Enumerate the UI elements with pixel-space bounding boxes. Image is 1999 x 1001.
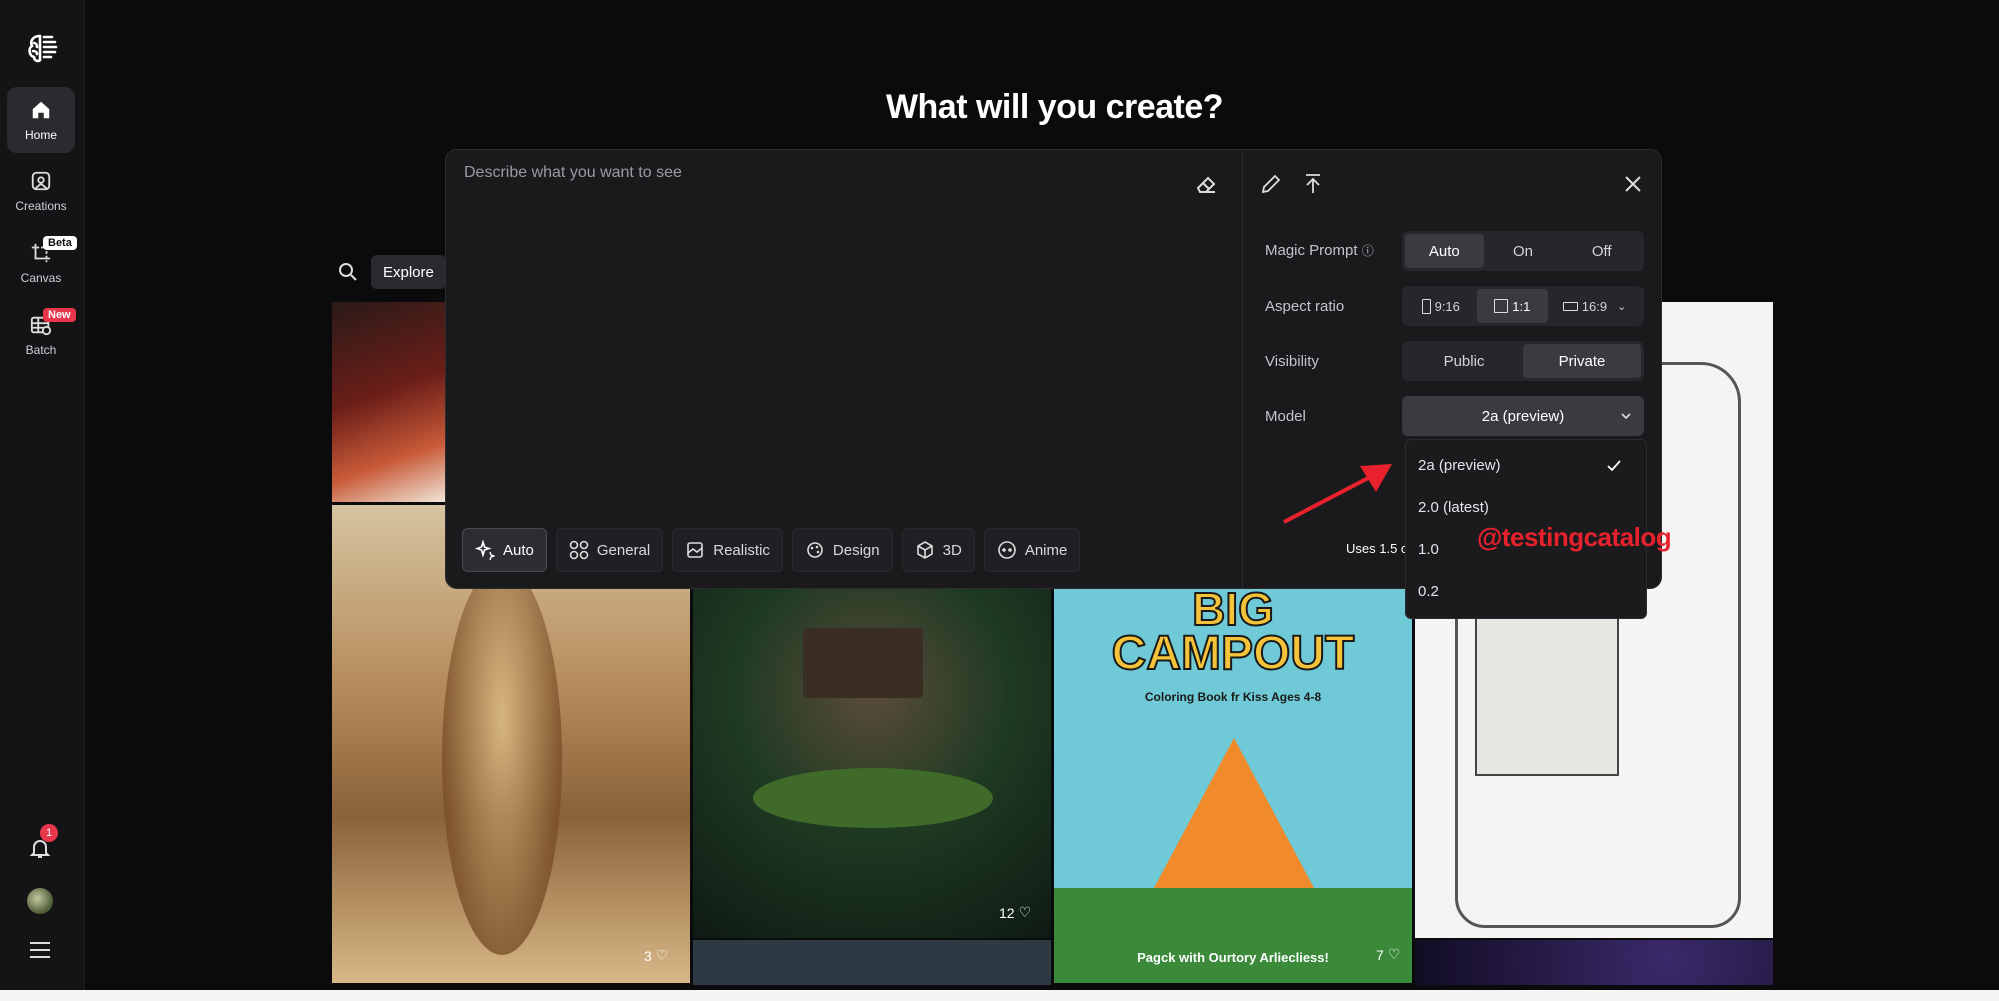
portrait-icon [1421, 298, 1431, 314]
red-arrow-annotation [1283, 464, 1392, 524]
page-title: What will you create? [885, 88, 1224, 126]
gallery-image-campout[interactable]: BIG CAMPOUT Coloring Book fr Kiss Ages 4… [1054, 588, 1412, 983]
heart-icon: ♡ [655, 947, 669, 963]
magic-prompt-on-button[interactable]: On [1484, 234, 1563, 268]
visibility-public-button[interactable]: Public [1405, 344, 1523, 378]
credit-usage-text: Uses 1.5 c [1346, 541, 1408, 556]
gallery-image-partial[interactable] [1415, 940, 1773, 985]
beta-badge: Beta [43, 236, 77, 250]
hamburger-menu-icon[interactable] [28, 940, 52, 960]
music-box-shape [803, 628, 923, 698]
eraser-icon[interactable] [1194, 172, 1218, 196]
sidebar: Home Creations Canvas Beta Batch New 1 [0, 0, 85, 1001]
sidebar-item-canvas[interactable]: Canvas Beta [7, 230, 77, 296]
poster-title-campout: CAMPOUT [1111, 626, 1356, 681]
anime-face-icon [998, 541, 1016, 559]
visibility-toggle: Public Private [1402, 341, 1644, 381]
like-count[interactable]: 12 ♡ [999, 904, 1031, 921]
info-icon[interactable]: ⓘ [1362, 244, 1374, 258]
tent-shape [1154, 738, 1314, 888]
model-option-2-0[interactable]: 2.0 (latest) [1418, 492, 1634, 522]
aspect-16-9-button[interactable]: 16:9 ⌄ [1548, 289, 1641, 323]
aspect-ratio-toggle: 9:16 1:1 16:9 ⌄ [1402, 286, 1644, 326]
palette-icon [807, 542, 823, 558]
sidebar-item-label: Home [24, 127, 57, 142]
upload-icon[interactable] [1301, 172, 1325, 196]
aspect-9-16-button[interactable]: 9:16 [1405, 289, 1477, 323]
style-design-button[interactable]: Design [791, 528, 893, 572]
search-icon[interactable] [338, 262, 358, 282]
magic-prompt-toggle: Auto On Off [1402, 231, 1644, 271]
style-chip-row: Auto General Realistic Design 3D Anime [462, 528, 1081, 572]
pencil-icon[interactable] [1259, 172, 1283, 196]
chevron-down-icon[interactable]: ⌄ [1617, 300, 1626, 313]
grass-shape [1054, 888, 1412, 983]
aspect-ratio-label: Aspect ratio [1265, 298, 1345, 315]
prompt-input[interactable] [462, 162, 1186, 466]
avatar[interactable] [27, 888, 53, 914]
style-3d-button[interactable]: 3D [901, 528, 975, 572]
basin-shape [753, 768, 993, 828]
sidebar-item-creations[interactable]: Creations [7, 158, 75, 224]
landscape-icon [1562, 301, 1578, 311]
watermark-text: @testingcatalog [1477, 522, 1672, 552]
sparkle-icon [475, 540, 495, 560]
house-shape [1475, 612, 1619, 776]
close-icon[interactable] [1621, 172, 1645, 196]
cube-icon [916, 541, 933, 559]
prompt-area: Auto General Realistic Design 3D Anime [446, 150, 1242, 588]
brain-logo-icon[interactable] [22, 28, 62, 68]
sidebar-item-label: Canvas [20, 270, 62, 285]
chevron-down-icon [1621, 413, 1631, 420]
explore-tab[interactable]: Explore [371, 255, 446, 289]
gallery-image-partial[interactable] [693, 940, 1051, 985]
model-option-2a[interactable]: 2a (preview) [1418, 450, 1634, 480]
magic-prompt-off-button[interactable]: Off [1562, 234, 1641, 268]
sidebar-item-label: Creations [15, 198, 67, 213]
magic-prompt-auto-button[interactable]: Auto [1405, 234, 1484, 268]
gallery-image-music-box[interactable]: 12 ♡ [693, 588, 1051, 938]
sidebar-item-label: Batch [25, 342, 57, 357]
square-icon [1494, 299, 1509, 313]
aspect-1-1-button[interactable]: 1:1 [1476, 289, 1549, 323]
new-badge: New [43, 308, 76, 322]
like-count[interactable]: 7 ♡ [1376, 946, 1400, 963]
photo-icon [687, 542, 704, 558]
poster-subtitle: Coloring Book fr Kiss Ages 4-8 [1144, 690, 1322, 704]
bottom-edge [0, 990, 1999, 1001]
style-anime-button[interactable]: Anime [983, 528, 1081, 572]
style-realistic-button[interactable]: Realistic [672, 528, 783, 572]
notification-count-badge: 1 [40, 824, 58, 842]
check-icon [1607, 460, 1621, 472]
visibility-private-button[interactable]: Private [1523, 344, 1641, 378]
like-count[interactable]: 3 ♡ [644, 947, 668, 964]
style-general-button[interactable]: General [555, 528, 664, 572]
model-select[interactable]: 2a (preview) [1402, 396, 1644, 436]
model-label: Model [1265, 408, 1306, 425]
gallery-image-drone[interactable] [332, 302, 446, 502]
grid-circles-icon [569, 540, 589, 560]
creations-icon [31, 171, 51, 190]
heart-icon: ♡ [1387, 946, 1401, 962]
model-option-0-2[interactable]: 0.2 [1418, 576, 1634, 606]
sidebar-item-batch[interactable]: Batch New [7, 302, 76, 368]
magic-prompt-label: Magic Prompt ⓘ [1265, 242, 1374, 259]
heart-icon: ♡ [1018, 904, 1032, 920]
style-auto-button[interactable]: Auto [462, 528, 547, 572]
figure-shape [442, 565, 562, 955]
poster-footer: Pagck with Ourtory Arliecliess! [1137, 950, 1329, 965]
visibility-label: Visibility [1265, 353, 1319, 370]
